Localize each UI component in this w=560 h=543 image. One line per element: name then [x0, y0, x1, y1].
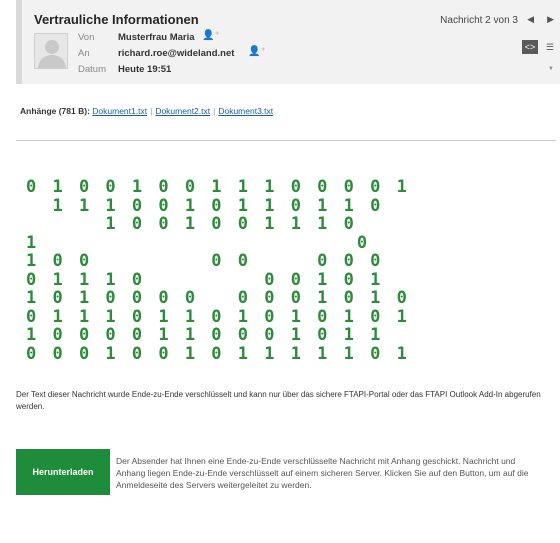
date-label: Datum — [78, 64, 106, 75]
scroll-down-icon[interactable]: ▼ — [548, 66, 554, 72]
message-header: Vertrauliche Informationen Nachricht 2 v… — [16, 0, 560, 84]
date-value: Heute 19:51 — [118, 64, 172, 75]
divider — [16, 140, 556, 141]
message-position: Nachricht 2 von 3 — [440, 15, 518, 26]
add-contact-icon[interactable]: 👤⁺ — [202, 30, 220, 41]
binary-row: 0 0 0 1 0 0 1 0 1 1 1 1 1 0 1 — [26, 343, 410, 364]
attachment-link-2[interactable]: Dokument2.txt — [155, 106, 210, 116]
from-value[interactable]: Musterfrau Maria — [118, 32, 195, 43]
message-subject: Vertrauliche Informationen — [34, 12, 199, 27]
sender-avatar — [34, 33, 68, 69]
previous-message-icon[interactable]: ◀ — [527, 14, 534, 25]
attachments-label: Anhänge (781 B): — [20, 106, 90, 116]
download-button[interactable]: Herunterladen — [16, 449, 110, 495]
add-contact-icon[interactable]: 👤⁺ — [248, 46, 266, 57]
separator: | — [213, 106, 216, 116]
encryption-notice: Der Text dieser Nachricht wurde Ende-zu-… — [16, 390, 541, 411]
to-label: An — [78, 48, 90, 59]
code-view-icon[interactable]: <> — [522, 40, 538, 54]
from-label: Von — [78, 32, 95, 43]
person-silhouette-icon — [38, 40, 66, 68]
to-value[interactable]: richard.roe@wideland.net — [118, 48, 234, 59]
binary-envelope-graphic: 0 1 0 0 1 0 0 1 1 1 0 0 0 0 1 1 1 1 0 0 … — [26, 179, 410, 365]
attachment-link-3[interactable]: Dokument3.txt — [218, 106, 273, 116]
download-description: Der Absender hat Ihnen eine Ende-zu-Ende… — [116, 456, 529, 490]
next-message-icon[interactable]: ▶ — [547, 14, 554, 25]
separator: | — [150, 106, 153, 116]
attachments-bar: Anhänge (781 B): Dokument1.txt | Dokument2… — [20, 106, 273, 116]
attachment-link-1[interactable]: Dokument1.txt — [92, 106, 147, 116]
menu-icon[interactable]: ☰ — [542, 40, 558, 54]
